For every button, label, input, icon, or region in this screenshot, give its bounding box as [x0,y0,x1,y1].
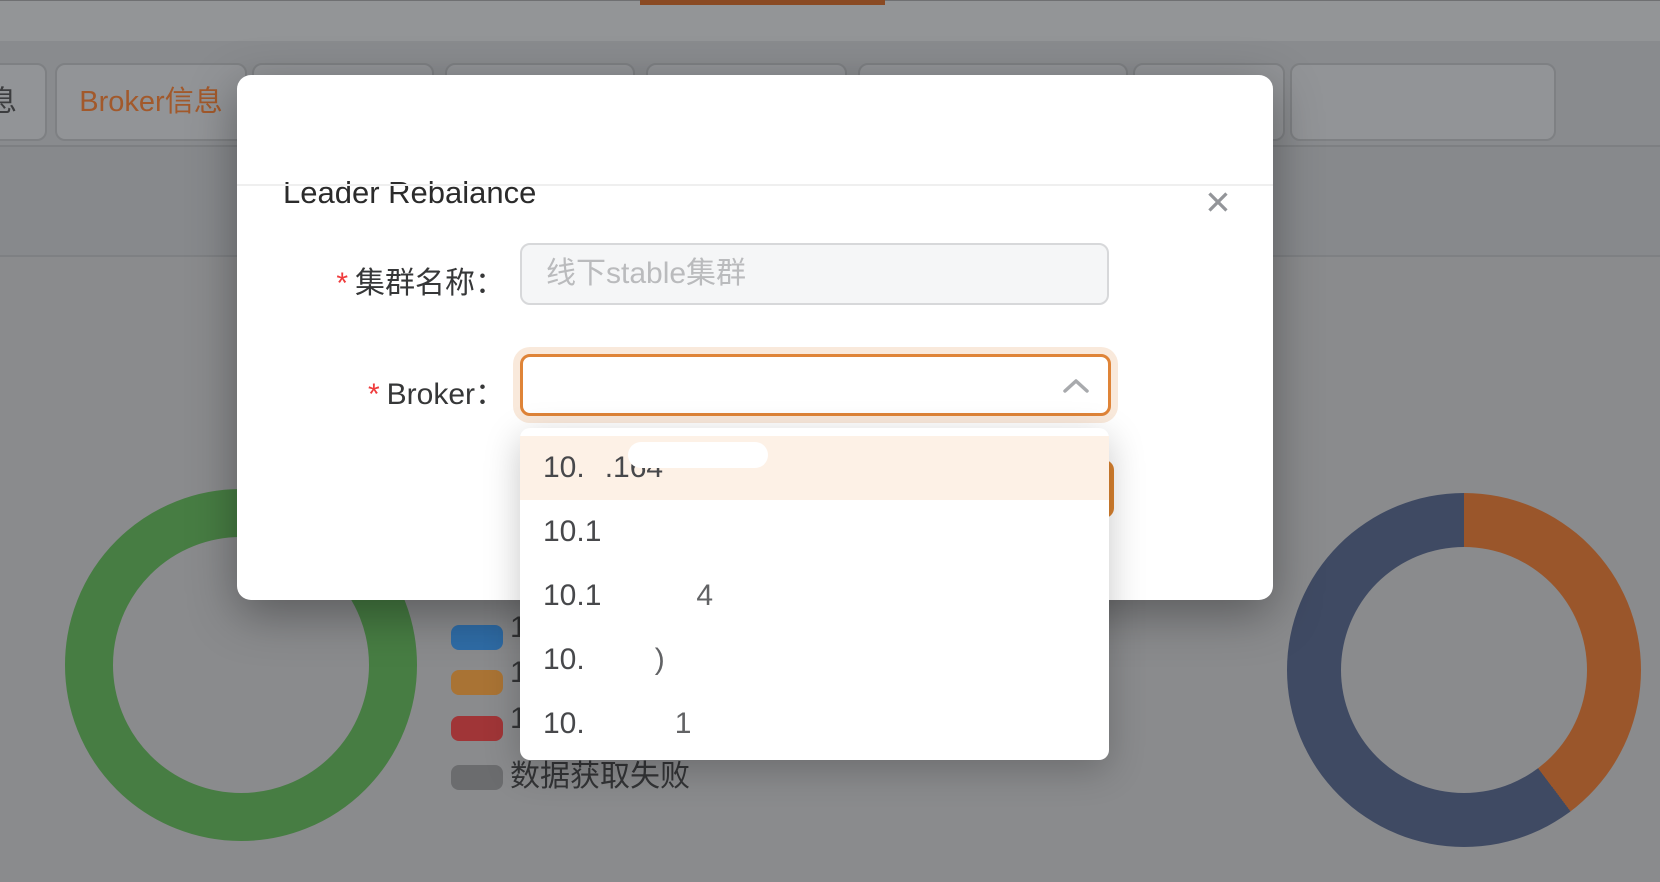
modal-header-divider [237,184,1273,186]
dropdown-option[interactable]: 10.14 [520,564,1109,628]
tab-hidden-8[interactable] [1290,63,1556,141]
donut-chart-right-hole [1341,547,1587,793]
chevron-up-icon [1062,377,1090,400]
redaction-blob [628,442,768,468]
dropdown-option[interactable]: 10.1 [520,500,1109,564]
tab-partial-left[interactable]: 息 [0,63,47,141]
tab-label: Broker信息 [79,86,222,118]
legend-swatch-brown [451,670,503,695]
tab-label: 息 [0,86,17,118]
top-header-strip [0,0,1660,41]
dropdown-option-highlighted[interactable]: 10..164 [520,436,1109,500]
dropdown-option[interactable]: 10.1 [520,692,1109,756]
cluster-name-label: *集群名称： [237,258,505,302]
required-asterisk: * [368,378,380,411]
modal-title: Leader Rebalance [283,175,536,211]
top-active-indicator-bar [640,0,885,5]
legend-swatch-gray [451,765,503,790]
dropdown-option[interactable]: 10.) [520,628,1109,692]
broker-label: *Broker： [237,369,505,413]
broker-options-dropdown: 10..164 10.1 10.14 10.) 10.1 [520,428,1109,760]
legend-swatch-blue [451,625,503,650]
tab-broker-info-active[interactable]: Broker信息 [55,63,247,141]
legend-swatch-red [451,716,503,741]
cluster-name-placeholder: 线下stable集群 [546,245,746,303]
broker-select[interactable] [520,354,1111,416]
required-asterisk: * [336,267,348,300]
cluster-name-input-disabled[interactable]: 线下stable集群 [520,243,1109,305]
